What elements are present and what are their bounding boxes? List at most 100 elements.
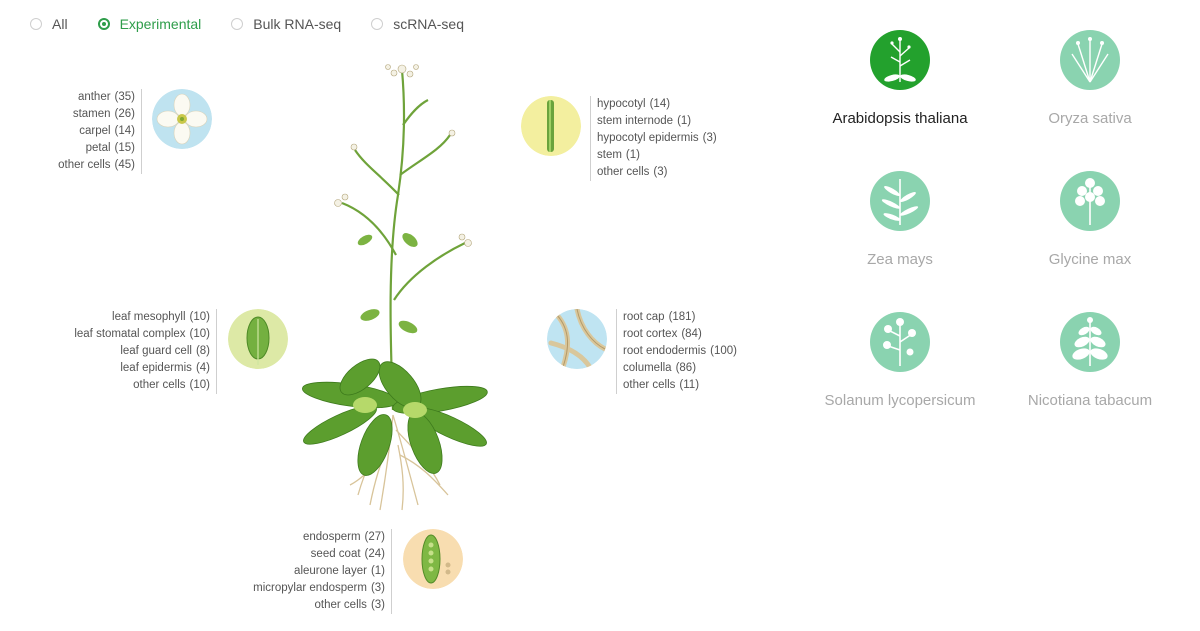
tissue-item[interactable]: other cells (3) [205,597,385,614]
tissue-item[interactable]: carpel (14) [5,123,135,140]
tissue-count: (3) [370,599,385,611]
species-nicotiana-tabacum[interactable]: Nicotiana tabacum [990,312,1190,409]
tissue-item[interactable]: micropylar endosperm (3) [205,580,385,597]
tissue-item[interactable]: other cells (11) [623,377,737,394]
tissue-item[interactable]: stem (1) [597,147,717,164]
tissue-name: stem [597,149,622,161]
filter-bulk-rna-seq[interactable]: Bulk RNA-seq [231,16,341,32]
tissue-list: anther (35) stamen (26) carpel (14) petal (1… [0,89,142,174]
tissue-item[interactable]: root endodermis (100) [623,343,737,360]
tissue-name: anther [77,91,111,103]
tissue-list: leaf mesophyll (10) leaf stomatal complex… [24,309,217,394]
tissue-item[interactable]: leaf epidermis (4) [30,360,210,377]
filter-scrna-seq[interactable]: scRNA-seq [371,16,464,32]
tissue-name: leaf guard cell [120,345,192,357]
tissue-item[interactable]: other cells (45) [5,157,135,174]
tissue-count: (8) [195,345,210,357]
arabidopsis-plant-illustration [302,64,488,511]
filter-experimental[interactable]: Experimental [97,16,202,32]
tissue-count: (3) [653,166,668,178]
tissue-item[interactable]: seed coat (24) [205,546,385,563]
species-name: Zea mays [867,251,933,268]
tissue-name: stem internode [597,115,674,127]
maize-icon [870,171,930,231]
leaf-icon[interactable] [228,309,288,369]
root-icon[interactable] [547,309,607,369]
tissue-item[interactable]: leaf stomatal complex (10) [30,326,210,343]
tissue-count: (14) [649,98,671,110]
tissue-count: (100) [710,345,737,357]
tissue-item[interactable]: columella (86) [623,360,737,377]
filter-label: Bulk RNA-seq [253,16,342,32]
tissue-name: petal [85,142,111,154]
tissue-name: carpel [79,125,111,137]
tissue-item[interactable]: stamen (26) [5,106,135,123]
tissue-item[interactable]: leaf mesophyll (10) [30,309,210,326]
tissue-count: (4) [195,362,210,374]
tissue-count: (26) [114,108,135,120]
species-name: Glycine max [1048,251,1132,268]
tissue-list: endosperm (27) seed coat (24) aleurone lay… [199,529,392,614]
tissue-count: (86) [675,362,697,374]
tissue-name: root cap [623,311,665,323]
tissue-name: leaf mesophyll [112,311,186,323]
tobacco-icon [1060,312,1120,372]
tissue-item[interactable]: other cells (10) [30,377,210,394]
tissue-name: micropylar endosperm [253,582,367,594]
tissue-count: (1) [625,149,640,161]
species-name: Nicotiana tabacum [1027,392,1153,409]
tissue-item[interactable]: root cap (181) [623,309,737,326]
stem-icon[interactable] [521,96,581,156]
radio-icon [30,18,42,30]
tissue-name: root cortex [623,328,678,340]
rice-icon [1060,30,1120,90]
tissue-list: root cap (181) root cortex (84) root endod… [616,309,743,394]
species-arabidopsis-thaliana[interactable]: Arabidopsis thaliana [800,30,1000,127]
tissue-count: (3) [370,582,385,594]
tissue-item[interactable]: endosperm (27) [205,529,385,546]
species-name: Oryza sativa [1048,110,1132,127]
tissue-item[interactable]: stem internode (1) [597,113,717,130]
filter-label: Experimental [119,16,202,32]
species-name: Arabidopsis thaliana [832,110,968,127]
flower-icon[interactable] [152,89,212,149]
tissue-name: other cells [623,379,676,391]
tissue-name: seed coat [310,548,361,560]
tissue-name: root endodermis [623,345,707,357]
tissue-name: hypocotyl epidermis [597,132,699,144]
species-oryza-sativa[interactable]: Oryza sativa [990,30,1190,127]
tissue-item[interactable]: hypocotyl (14) [597,96,717,113]
data-type-filter: All Experimental Bulk RNA-seq scRNA-seq [30,16,494,32]
tissue-count: (1) [677,115,692,127]
tissue-name: columella [623,362,672,374]
seed-icon[interactable] [403,529,463,589]
tissue-name: other cells [133,379,186,391]
tomato-icon [870,312,930,372]
tissue-name: leaf epidermis [120,362,192,374]
radio-icon [371,18,384,30]
tissue-item[interactable]: root cortex (84) [623,326,737,343]
filter-all[interactable]: All [30,16,68,32]
tissue-item[interactable]: hypocotyl epidermis (3) [597,130,717,147]
tissue-name: hypocotyl [597,98,646,110]
arabidopsis-icon [870,30,930,90]
tissue-count: (35) [114,91,135,103]
tissue-item[interactable]: leaf guard cell (8) [30,343,210,360]
tissue-item[interactable]: anther (35) [5,89,135,106]
tissue-count: (10) [189,311,210,323]
tissue-count: (27) [364,531,385,543]
radio-icon [231,18,244,30]
tissue-count: (45) [114,159,135,171]
tissue-item[interactable]: petal (15) [5,140,135,157]
species-solanum-lycopersicum[interactable]: Solanum lycopersicum [800,312,1000,409]
species-glycine-max[interactable]: Glycine max [990,171,1190,268]
tissue-count: (15) [114,142,135,154]
tissue-count: (14) [114,125,135,137]
species-zea-mays[interactable]: Zea mays [800,171,1000,268]
radio-checked-icon [97,18,110,30]
tissue-item[interactable]: aleurone layer (1) [205,563,385,580]
tissue-item[interactable]: other cells (3) [597,164,717,181]
tissue-count: (84) [681,328,702,340]
tissue-name: other cells [58,159,111,171]
tissue-name: other cells [314,599,367,611]
